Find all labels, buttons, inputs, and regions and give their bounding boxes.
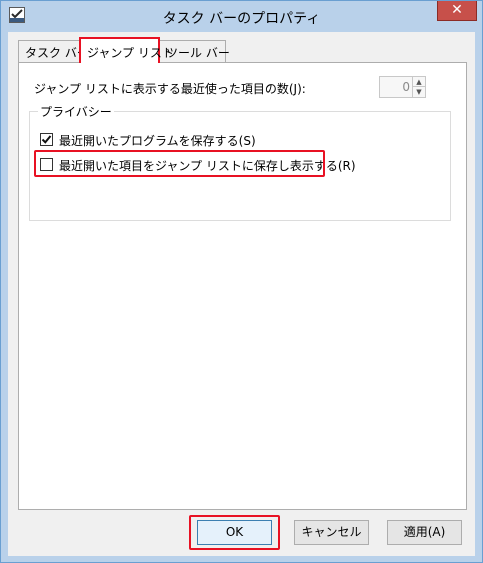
checkmark-icon [41,135,52,144]
ok-button-label: OK [225,525,244,539]
tab-label: ツール バー [166,46,230,60]
title-bar[interactable]: タスク バーのプロパティ ✕ [1,1,482,32]
apply-button[interactable]: 適用(A) [387,520,462,545]
save-recent-programs-label: 最近開いたプログラムを保存する(S) [59,134,256,148]
close-icon: ✕ [451,2,463,18]
ok-button[interactable]: OK [197,520,272,545]
spin-down-arrow-icon[interactable]: ▼ [413,87,425,97]
privacy-group: プライバシー 最近開いたプログラムを保存する(S) 最近開いた項目をジャンプ リ… [29,103,451,221]
save-recent-programs-checkbox[interactable] [40,133,53,146]
tab-jumplist[interactable]: ジャンプ リスト [79,37,174,63]
recent-items-highlight-frame [34,150,325,177]
apply-button-label: 適用(A) [403,525,446,539]
tab-taskbar[interactable]: タスク バー [18,40,89,62]
window-title: タスク バーのプロパティ [162,11,321,27]
tab-label: ジャンプ リスト [87,46,174,60]
recent-count-value[interactable]: 0 [382,80,410,94]
recent-count-stepper[interactable]: 0 ▲ ▼ [379,76,426,98]
cancel-button-label: キャンセル [301,525,362,539]
close-button[interactable]: ✕ [437,1,477,21]
cancel-button[interactable]: キャンセル [294,520,369,545]
stepper-buttons: ▲ ▼ [412,77,425,97]
jumplist-tab-panel: ジャンプ リストに表示する最近使った項目の数(J): 0 ▲ ▼ プライバシー … [18,62,467,510]
spin-up-arrow-icon[interactable]: ▲ [413,77,425,87]
privacy-group-label: プライバシー [38,103,114,120]
dialog-client-area: タスク バー ジャンプ リスト ツール バー ジャンプ リストに表示する最近使っ… [8,32,475,556]
dialog-window: タスク バーのプロパティ ✕ タスク バー ジャンプ リスト ツール バー ジャ… [0,0,483,563]
recent-count-label: ジャンプ リストに表示する最近使った項目の数(J): [34,82,306,96]
